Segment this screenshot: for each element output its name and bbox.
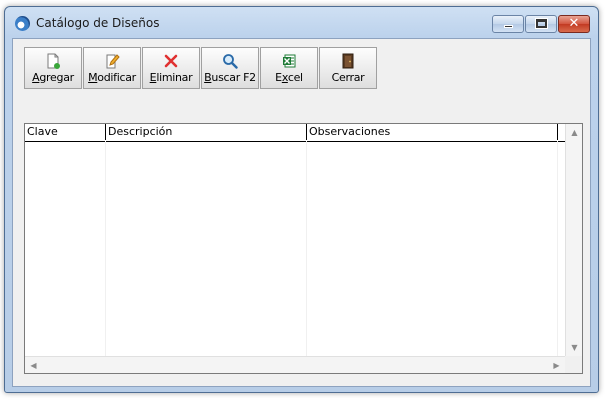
- column-divider: [306, 141, 307, 356]
- excel-label: cel: [287, 71, 303, 84]
- scroll-left-icon[interactable]: ◀: [25, 357, 42, 374]
- minimize-icon: [504, 25, 513, 28]
- cerrar-label: Cerrar: [331, 71, 365, 84]
- agregar-label: gregar: [39, 71, 74, 84]
- vertical-scrollbar[interactable]: ▲ ▼: [565, 124, 582, 356]
- app-icon: [15, 16, 30, 31]
- eliminar-button[interactable]: Eliminar: [142, 47, 200, 89]
- catalog-window: Catálogo de Diseños ✕ Agregar Modificar: [4, 6, 599, 393]
- column-divider: [105, 141, 106, 356]
- scroll-right-icon[interactable]: ▶: [548, 357, 565, 374]
- column-header-extra: [558, 124, 565, 140]
- scroll-down-icon[interactable]: ▼: [566, 339, 583, 356]
- excel-label-start: E: [275, 71, 282, 84]
- horizontal-scrollbar[interactable]: ◀ ▶: [25, 356, 565, 373]
- new-document-icon: [47, 53, 60, 69]
- modificar-label: odificar: [97, 71, 136, 84]
- column-divider: [557, 141, 558, 356]
- magnifier-icon: [223, 54, 238, 69]
- buscar-label: uscar F2: [211, 71, 256, 84]
- maximize-icon: [535, 18, 548, 29]
- cerrar-button[interactable]: Cerrar: [319, 47, 377, 89]
- title-bar[interactable]: Catálogo de Diseños ✕: [5, 7, 598, 37]
- column-header-clave[interactable]: Clave: [25, 124, 106, 140]
- column-header-descripcion[interactable]: Descripción: [106, 124, 307, 140]
- close-button[interactable]: ✕: [558, 15, 590, 33]
- delete-x-icon: [164, 54, 178, 68]
- close-icon: ✕: [568, 16, 580, 31]
- toolbar: Agregar Modificar Eliminar Buscar F2 Exc…: [24, 47, 378, 89]
- eliminar-label: liminar: [156, 71, 193, 84]
- buscar-button[interactable]: Buscar F2: [201, 47, 259, 89]
- designs-grid[interactable]: Clave Descripción Observaciones ▲ ▼ ◀ ▶: [24, 123, 583, 374]
- agregar-button[interactable]: Agregar: [24, 47, 82, 89]
- modificar-mnemonic: M: [88, 71, 98, 84]
- excel-icon: [283, 54, 296, 68]
- exit-door-icon: [342, 53, 354, 69]
- excel-button[interactable]: Excel: [260, 47, 318, 89]
- minimize-button[interactable]: [492, 15, 524, 33]
- scrollbar-corner: [565, 356, 582, 373]
- modificar-button[interactable]: Modificar: [83, 47, 141, 89]
- maximize-button[interactable]: [525, 15, 557, 33]
- scroll-up-icon[interactable]: ▲: [566, 124, 583, 141]
- column-header-observaciones[interactable]: Observaciones: [307, 124, 558, 140]
- edit-document-icon: [106, 54, 120, 69]
- grid-header: Clave Descripción Observaciones: [25, 124, 565, 142]
- window-title: Catálogo de Diseños: [36, 16, 160, 30]
- client-area: Agregar Modificar Eliminar Buscar F2 Exc…: [12, 38, 591, 387]
